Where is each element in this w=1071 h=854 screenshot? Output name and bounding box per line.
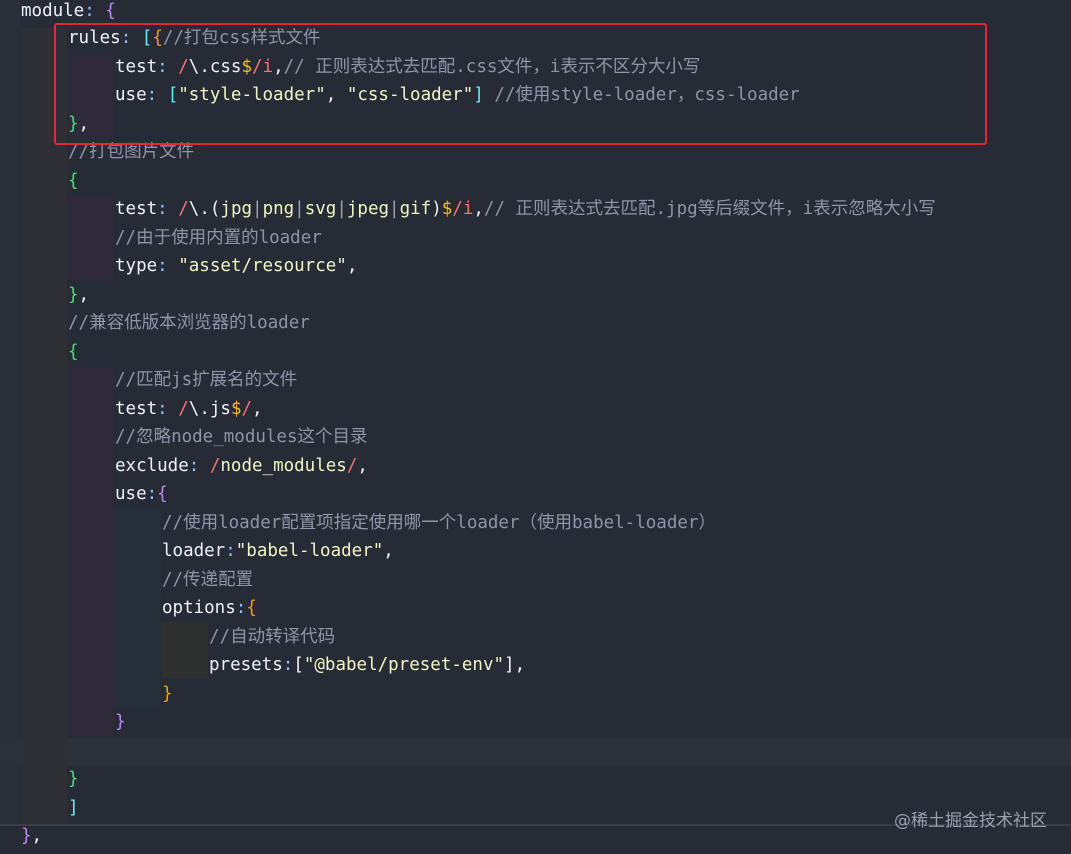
code-line-7: { [68, 171, 79, 191]
token-regex: png [262, 199, 295, 219]
code-line-29: ] [68, 798, 79, 818]
code-line-21: //传递配置 [162, 566, 253, 594]
code-line-9: //由于使用内置的loader [115, 224, 322, 252]
watermark: @稀土掘金技术社区 [894, 811, 1047, 831]
indent-guide-level-1 [21, 28, 67, 824]
code-comment: //匹配js扩展名的文件 [115, 370, 298, 390]
code-line-24: presets:["@babel/preset-env"], [209, 655, 526, 675]
token-string: "@babel/preset-env" [303, 655, 505, 675]
code-line-16: //忽略node_modules这个目录 [115, 423, 368, 451]
code-comment: //打包图片文件 [68, 142, 195, 162]
code-comment: //忽略node_modules这个目录 [115, 427, 368, 447]
highlight-annotation-box [54, 23, 987, 145]
code-line-26: } [115, 712, 126, 732]
indent-guide-root [0, 0, 20, 826]
current-line-highlight [0, 738, 1071, 766]
indent-guide-level-4 [162, 622, 208, 678]
indent-guide-level-3 [115, 508, 161, 708]
token-regex: \.js [188, 399, 231, 419]
code-line-14: //匹配js扩展名的文件 [115, 366, 297, 394]
indent-guide-level-2 [68, 196, 114, 280]
code-line-17: exclude: /node_modules/, [115, 456, 368, 476]
code-comment: //自动转译代码 [209, 627, 336, 647]
token-key: use [115, 484, 147, 504]
token-key: module [21, 1, 85, 21]
token-regex: svg [304, 199, 337, 219]
token-key: loader [162, 541, 226, 561]
code-comment: //由于使用内置的loader [115, 228, 322, 248]
code-comment: //传递配置 [162, 570, 254, 590]
token-regex: gif [399, 199, 432, 219]
token-key: options [162, 598, 236, 618]
token-key: test [115, 199, 158, 219]
code-line-11: }, [68, 285, 90, 305]
token-key: test [115, 399, 158, 419]
token-string: "asset/resource" [178, 256, 347, 276]
code-line-18: use:{ [115, 484, 168, 504]
code-comment: //兼容低版本浏览器的loader [68, 313, 310, 333]
code-line-15: test: /\.js$/, [115, 399, 263, 419]
code-comment: //使用loader配置项指定使用哪一个loader（使用babel-loade… [162, 513, 716, 533]
code-line-25: } [162, 684, 173, 704]
code-line-8: test: /\.(jpg|png|svg|jpeg|gif)$/i,// 正则… [115, 199, 936, 219]
code-comment: // 正则表达式去匹配.jpg等后缀文件，i表示忽略大小写 [483, 199, 936, 219]
token-key: presets [209, 655, 283, 675]
code-line-13: { [68, 342, 79, 362]
code-editor[interactable]: module: { rules: [{//打包css样式文件 test: /\.… [0, 0, 1071, 854]
token-regex: jpeg [346, 199, 390, 219]
code-line-19: //使用loader配置项指定使用哪一个loader（使用babel-loade… [162, 509, 716, 537]
code-line-20: loader:"babel-loader", [162, 541, 394, 561]
code-line-10: type: "asset/resource", [115, 256, 358, 276]
token-key: exclude [115, 456, 189, 476]
code-line-23: //自动转译代码 [209, 623, 335, 651]
token-regex: jpg [220, 199, 253, 219]
code-line-1: module: { [21, 1, 116, 21]
code-line-12: //兼容低版本浏览器的loader [68, 309, 310, 337]
code-line-28: } [68, 769, 79, 789]
token-key: type [115, 256, 158, 276]
token-string: "babel-loader" [235, 541, 384, 561]
indent-guide-level-2 [68, 366, 114, 736]
token-regex: node_modules [220, 456, 347, 476]
code-line-22: options:{ [162, 598, 257, 618]
code-line-30: }, [21, 826, 43, 846]
